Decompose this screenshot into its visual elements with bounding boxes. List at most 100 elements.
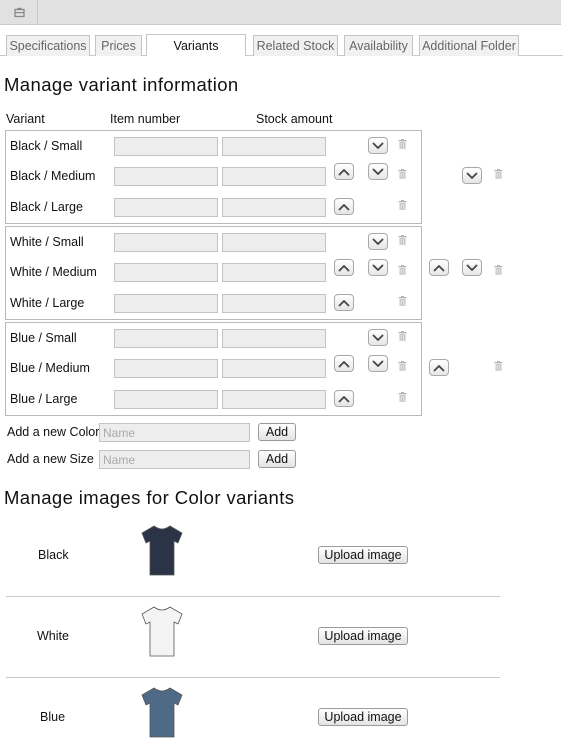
item-number-input[interactable] bbox=[114, 233, 218, 252]
add-color-button[interactable]: Add bbox=[258, 423, 296, 441]
item-number-input[interactable] bbox=[114, 167, 218, 186]
move-down-button[interactable] bbox=[368, 137, 388, 154]
variant-label: White / Medium bbox=[10, 265, 97, 279]
delete-variant-button[interactable] bbox=[398, 235, 407, 245]
column-header-variant: Variant bbox=[6, 112, 45, 126]
delete-variant-button[interactable] bbox=[398, 200, 407, 210]
chevron-down-icon bbox=[372, 238, 384, 246]
stock-amount-input[interactable] bbox=[222, 359, 326, 378]
item-number-input[interactable] bbox=[114, 359, 218, 378]
delete-group-button[interactable] bbox=[494, 361, 503, 371]
delete-variant-button[interactable] bbox=[398, 296, 407, 306]
move-down-button[interactable] bbox=[368, 355, 388, 372]
chevron-down-icon bbox=[372, 168, 384, 176]
top-toolbar bbox=[0, 0, 561, 25]
chevron-down-icon bbox=[466, 172, 478, 180]
variant-label: White / Small bbox=[10, 235, 84, 249]
stock-amount-input[interactable] bbox=[222, 329, 326, 348]
chevron-down-icon bbox=[372, 334, 384, 342]
variant-label: Black / Medium bbox=[10, 169, 96, 183]
item-number-input[interactable] bbox=[114, 263, 218, 282]
stock-amount-input[interactable] bbox=[222, 390, 326, 409]
upload-image-button-black[interactable]: Upload image bbox=[318, 546, 408, 564]
move-group-down-button[interactable] bbox=[462, 167, 482, 184]
chevron-up-icon bbox=[433, 264, 445, 272]
item-number-input[interactable] bbox=[114, 390, 218, 409]
trash-icon bbox=[398, 361, 407, 371]
delete-group-button[interactable] bbox=[494, 169, 503, 179]
move-down-button[interactable] bbox=[368, 259, 388, 276]
trash-icon bbox=[494, 361, 503, 371]
t-shirt-icon bbox=[141, 605, 183, 657]
t-shirt-icon bbox=[141, 524, 183, 576]
trash-icon bbox=[398, 331, 407, 341]
upload-image-button-white[interactable]: Upload image bbox=[318, 627, 408, 645]
variant-label: Black / Large bbox=[10, 200, 83, 214]
tab-related-stock[interactable]: Related Stock bbox=[253, 35, 338, 56]
move-up-button[interactable] bbox=[334, 163, 354, 180]
move-up-button[interactable] bbox=[334, 259, 354, 276]
item-number-input[interactable] bbox=[114, 137, 218, 156]
delete-variant-button[interactable] bbox=[398, 392, 407, 402]
move-group-up-button[interactable] bbox=[429, 359, 449, 376]
tab-specifications[interactable]: Specifications bbox=[6, 35, 90, 56]
trash-icon bbox=[398, 139, 407, 149]
chevron-up-icon bbox=[433, 364, 445, 372]
trash-icon bbox=[398, 200, 407, 210]
move-up-button[interactable] bbox=[334, 294, 354, 311]
trash-icon bbox=[494, 169, 503, 179]
variant-label: Blue / Medium bbox=[10, 361, 90, 375]
chevron-up-icon bbox=[338, 360, 350, 368]
variant-label: White / Large bbox=[10, 296, 85, 310]
stock-amount-input[interactable] bbox=[222, 233, 326, 252]
tab-prices[interactable]: Prices bbox=[95, 35, 142, 56]
t-shirt-icon bbox=[141, 686, 183, 738]
move-up-button[interactable] bbox=[334, 198, 354, 215]
row-divider bbox=[6, 596, 500, 597]
move-down-button[interactable] bbox=[368, 329, 388, 346]
move-up-button[interactable] bbox=[334, 390, 354, 407]
item-number-input[interactable] bbox=[114, 294, 218, 313]
move-down-button[interactable] bbox=[368, 233, 388, 250]
stock-amount-input[interactable] bbox=[222, 263, 326, 282]
stock-amount-input[interactable] bbox=[222, 198, 326, 217]
move-up-button[interactable] bbox=[334, 355, 354, 372]
delete-variant-button[interactable] bbox=[398, 265, 407, 275]
move-group-down-button[interactable] bbox=[462, 259, 482, 276]
chevron-down-icon bbox=[372, 264, 384, 272]
chevron-up-icon bbox=[338, 264, 350, 272]
delete-variant-button[interactable] bbox=[398, 331, 407, 341]
delete-variant-button[interactable] bbox=[398, 169, 407, 179]
move-down-button[interactable] bbox=[368, 163, 388, 180]
variant-label: Blue / Large bbox=[10, 392, 78, 406]
trash-icon bbox=[398, 235, 407, 245]
chevron-up-icon bbox=[338, 299, 350, 307]
delete-variant-button[interactable] bbox=[398, 361, 407, 371]
chevron-down-icon bbox=[466, 264, 478, 272]
color-label-blue: Blue bbox=[40, 710, 66, 724]
move-group-up-button[interactable] bbox=[429, 259, 449, 276]
new-size-name-input[interactable] bbox=[99, 450, 250, 469]
stock-amount-input[interactable] bbox=[222, 294, 326, 313]
trash-icon bbox=[398, 392, 407, 402]
item-number-input[interactable] bbox=[114, 329, 218, 348]
variants-section-title: Manage variant information bbox=[4, 74, 239, 95]
window-icon-button[interactable] bbox=[2, 0, 38, 25]
delete-group-button[interactable] bbox=[494, 265, 503, 275]
tab-variants[interactable]: Variants bbox=[146, 34, 246, 56]
delete-variant-button[interactable] bbox=[398, 139, 407, 149]
trash-icon bbox=[398, 296, 407, 306]
row-divider bbox=[6, 677, 500, 678]
variant-label: Black / Small bbox=[10, 139, 83, 153]
stock-amount-input[interactable] bbox=[222, 167, 326, 186]
chevron-up-icon bbox=[338, 203, 350, 211]
stock-amount-input[interactable] bbox=[222, 137, 326, 156]
add-size-button[interactable]: Add bbox=[258, 450, 296, 468]
item-number-input[interactable] bbox=[114, 198, 218, 217]
chevron-up-icon bbox=[338, 395, 350, 403]
variant-label: Blue / Small bbox=[10, 331, 77, 345]
new-color-name-input[interactable] bbox=[99, 423, 250, 442]
tab-availability[interactable]: Availability bbox=[344, 35, 413, 56]
tab-additional-folder[interactable]: Additional Folder bbox=[419, 35, 519, 56]
upload-image-button-blue[interactable]: Upload image bbox=[318, 708, 408, 726]
